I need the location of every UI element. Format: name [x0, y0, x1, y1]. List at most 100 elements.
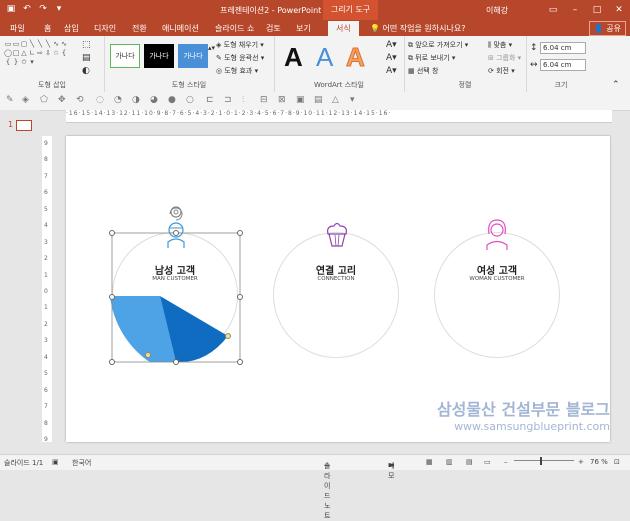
- send-backward-button[interactable]: ⧉ 뒤로 보내기 ▾: [408, 53, 455, 63]
- layer-icon[interactable]: ▤: [314, 95, 323, 105]
- rectangle-shape-icon[interactable]: ▭: [4, 40, 12, 49]
- bring-forward-button[interactable]: ⧉ 앞으로 가져오기 ▾: [408, 40, 468, 50]
- text-fill-icon[interactable]: A▾: [386, 40, 397, 50]
- color-icon[interactable]: ◈: [22, 95, 29, 105]
- style-sample-blue[interactable]: 가나다: [178, 44, 208, 68]
- wordart-sample-black[interactable]: A: [284, 42, 303, 73]
- format-painter-icon[interactable]: ✎: [6, 95, 14, 105]
- rotate-button[interactable]: ⟳ 회전 ▾: [488, 66, 515, 76]
- resize-handle[interactable]: [237, 359, 243, 365]
- shape-icon[interactable]: ⬠: [40, 95, 48, 105]
- adjust-handle[interactable]: [145, 352, 151, 358]
- oval-shape-icon[interactable]: ◯: [4, 49, 12, 58]
- tab-home[interactable]: 홈: [44, 23, 51, 34]
- resize-handle[interactable]: [109, 359, 115, 365]
- resize-handle[interactable]: [237, 294, 243, 300]
- triangle-icon[interactable]: △: [332, 95, 339, 105]
- curve-shape-icon[interactable]: ∿: [60, 40, 68, 49]
- tab-format[interactable]: 서식: [328, 21, 359, 36]
- align-left-icon[interactable]: ⊏: [206, 95, 214, 105]
- reading-view-icon[interactable]: ▤: [466, 458, 473, 466]
- collapse-ribbon-icon[interactable]: ⌃: [612, 80, 620, 90]
- group-button[interactable]: ⊞ 그룹화 ▾: [488, 53, 521, 63]
- curve-shape-icon[interactable]: ∿: [52, 40, 60, 49]
- triangle-shape-icon[interactable]: △: [20, 49, 28, 58]
- adjust-handle[interactable]: [225, 333, 231, 339]
- arrange-icon[interactable]: ▣: [296, 95, 305, 105]
- more-shapes-icon[interactable]: ▾: [28, 58, 36, 67]
- tab-insert[interactable]: 삽입: [64, 23, 79, 34]
- language-indicator[interactable]: 한국어: [72, 458, 91, 468]
- wordart-sample-orange[interactable]: A: [346, 42, 366, 73]
- arrow-shape-icon[interactable]: ⇩: [44, 49, 52, 58]
- zoom-out-icon[interactable]: –: [504, 458, 508, 466]
- group-icon[interactable]: ⊟: [260, 95, 268, 105]
- ribbon-display-icon[interactable]: ▭: [542, 0, 564, 20]
- rounded-rect-shape-icon[interactable]: ▢: [20, 40, 28, 49]
- zoom-level[interactable]: 76 %: [590, 458, 608, 466]
- line-shape-icon[interactable]: ╲: [44, 40, 52, 49]
- arrow-shape-icon[interactable]: ⇨: [36, 49, 44, 58]
- tab-transitions[interactable]: 전환: [132, 23, 147, 34]
- text-outline-icon[interactable]: A▾: [386, 53, 397, 63]
- union-icon[interactable]: ◔: [114, 95, 122, 105]
- minimize-icon[interactable]: –: [564, 0, 586, 20]
- selection-pane-button[interactable]: ▦ 선택 창: [408, 66, 438, 76]
- redo-icon[interactable]: ↷: [38, 4, 48, 14]
- style-sample-green-outline[interactable]: 가나다: [110, 44, 140, 68]
- text-effects-icon[interactable]: A▾: [386, 66, 397, 76]
- user-name[interactable]: 이해강: [486, 5, 508, 16]
- height-input[interactable]: 6.04 cm: [540, 42, 586, 54]
- fragment-icon[interactable]: ◕: [150, 95, 158, 105]
- star-shape-icon[interactable]: ☆: [52, 49, 60, 58]
- edit-shape-icon[interactable]: ⬚: [82, 40, 91, 50]
- resize-handle[interactable]: [109, 294, 115, 300]
- align-button[interactable]: ⫼ 맞춤 ▾: [488, 40, 512, 50]
- textbox-icon[interactable]: ▤: [82, 53, 91, 63]
- style-sample-black[interactable]: 가나다: [144, 44, 174, 68]
- circle-connection[interactable]: [273, 232, 399, 358]
- shape-effects-button[interactable]: ◎ 도형 효과 ▾: [216, 66, 258, 76]
- resize-handle[interactable]: [173, 230, 179, 236]
- save-icon[interactable]: ▣: [6, 4, 16, 14]
- slide-thumbnail[interactable]: [16, 120, 32, 131]
- tab-file[interactable]: 파일: [10, 23, 25, 34]
- tab-view[interactable]: 보기: [296, 23, 311, 34]
- tab-review[interactable]: 검토: [266, 23, 281, 34]
- resize-handle[interactable]: [237, 230, 243, 236]
- rotate-icon[interactable]: ⟲: [76, 95, 84, 105]
- spellcheck-icon[interactable]: ▣: [52, 458, 59, 466]
- close-icon[interactable]: ✕: [608, 0, 630, 20]
- bracket-shape-icon[interactable]: }: [12, 58, 20, 67]
- shape-outline-button[interactable]: ✎ 도형 윤곽선 ▾: [216, 53, 264, 63]
- tab-animations[interactable]: 애니메이션: [162, 23, 199, 34]
- tab-slideshow[interactable]: 슬라이드 쇼: [215, 23, 254, 34]
- maximize-icon[interactable]: □: [586, 0, 608, 20]
- tab-design[interactable]: 디자인: [94, 23, 116, 34]
- width-input[interactable]: 6.04 cm: [540, 59, 586, 71]
- bracket-shape-icon[interactable]: {: [4, 58, 12, 67]
- normal-view-icon[interactable]: ▦: [426, 458, 433, 466]
- lshape-shape-icon[interactable]: ∟: [28, 49, 36, 58]
- merge-shapes-icon[interactable]: ◐: [82, 66, 90, 76]
- distribute-icon[interactable]: ⫶: [242, 95, 244, 105]
- undo-icon[interactable]: ↶: [22, 4, 32, 14]
- star-shape-icon[interactable]: ✩: [20, 58, 28, 67]
- resize-handle[interactable]: [109, 230, 115, 236]
- zoom-slider[interactable]: [514, 460, 574, 461]
- slide-sorter-icon[interactable]: ▥: [446, 458, 453, 466]
- fit-slide-icon[interactable]: ⊡: [614, 458, 620, 466]
- resize-handle[interactable]: [173, 359, 179, 365]
- line-shape-icon[interactable]: ╲: [36, 40, 44, 49]
- subtract-icon[interactable]: ○: [186, 95, 194, 105]
- square-shape-icon[interactable]: □: [12, 49, 20, 58]
- intersect-icon[interactable]: ●: [168, 95, 176, 105]
- more-icon[interactable]: ▾: [350, 95, 355, 105]
- wordart-sample-blue[interactable]: A: [316, 42, 333, 73]
- line-shape-icon[interactable]: ╲: [28, 40, 36, 49]
- zoom-slider-thumb[interactable]: [540, 457, 542, 465]
- share-button[interactable]: 👤 공유: [588, 21, 626, 36]
- edit-points-icon[interactable]: ✥: [58, 95, 66, 105]
- merge-icon[interactable]: ◌: [96, 95, 104, 105]
- zoom-in-icon[interactable]: +: [578, 458, 584, 466]
